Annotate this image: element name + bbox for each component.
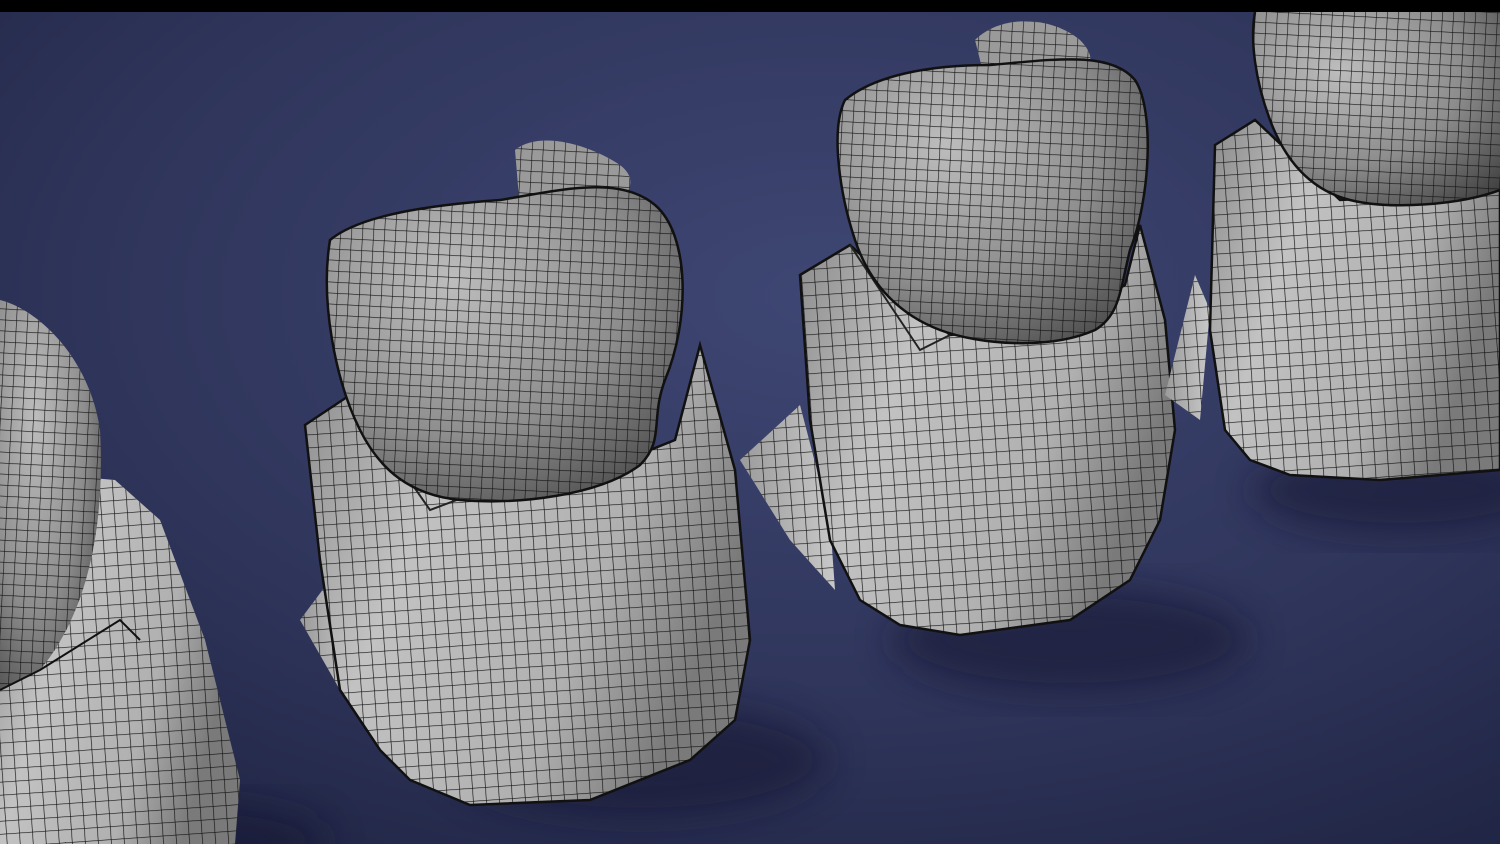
render-viewport [0,0,1500,844]
letterbox-bar [0,0,1500,12]
scene-svg [0,0,1500,844]
